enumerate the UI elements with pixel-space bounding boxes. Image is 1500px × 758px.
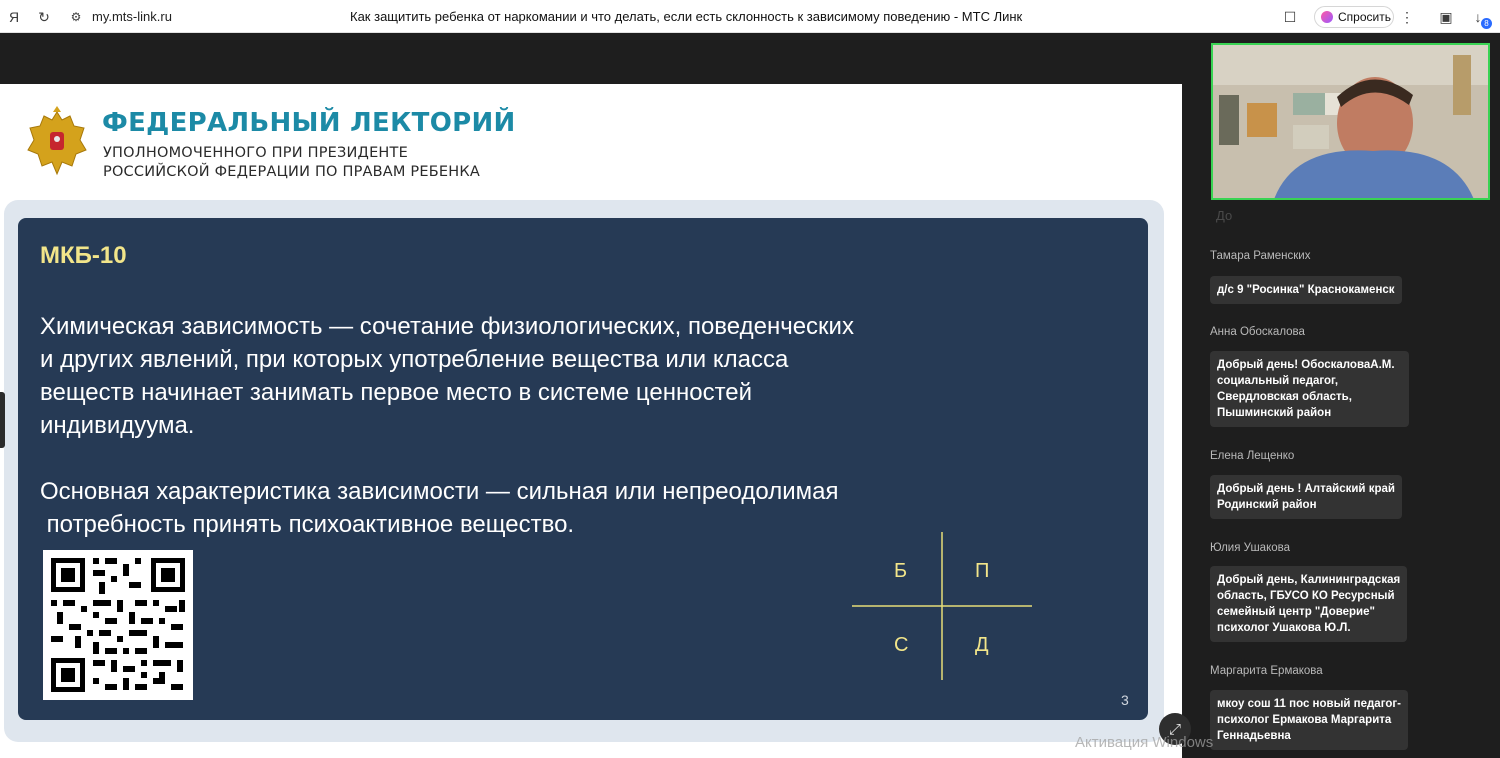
browser-toolbar: Я ↻ ⚙ my.mts-link.ru Как защитить ребенк… [0,0,1500,33]
org-subtitle-line-2: РОССИЙСКОЙ ФЕДЕРАЦИИ ПО ПРАВАМ РЕБЕНКА [103,164,480,180]
org-title: ФЕДЕРАЛЬНЫЙ ЛЕКТОРИЙ [102,108,516,138]
chat-message: Добрый день, Калининградская область, ГБ… [1210,566,1408,642]
chat-message: д/с 9 "Росинка" Краснокаменск [1210,276,1402,304]
coat-of-arms-icon [27,106,87,176]
reload-icon[interactable]: ↻ [34,7,54,27]
speaker-video-frame [1213,45,1488,198]
qr-code[interactable] [43,550,193,700]
presentation-header-band [0,34,1182,84]
definition-paragraph: Химическая зависимость — сочетание физио… [40,313,854,439]
slide-page-number: 3 [1121,692,1129,708]
left-panel-handle[interactable] [0,392,5,448]
quadrant-label-d: Д [975,634,989,656]
faded-chat-text: До [1216,208,1233,223]
chat-author: Маргарита Ермакова [1210,665,1323,677]
characteristic-paragraph: Основная характеристика зависимости — си… [40,478,839,538]
org-subtitle: УПОЛНОМОЧЕННОГО ПРИ ПРЕЗИДЕНТЕ РОССИЙСКО… [103,144,480,182]
slide-heading: МКБ-10 [40,242,127,269]
quadrant-diagram [852,532,1032,680]
address-bar[interactable]: my.mts-link.ru [92,9,172,24]
alice-icon [1321,11,1333,23]
chat-author: Анна Обоскалова [1210,326,1305,338]
org-subtitle-line-1: УПОЛНОМОЧЕННОГО ПРИ ПРЕЗИДЕНТЕ [103,145,408,161]
chat-message: Добрый день ! Алтайский край Родинский р… [1210,475,1402,519]
site-settings-icon[interactable]: ⚙ [66,7,86,27]
menu-icon[interactable]: ⋮ [1397,7,1417,27]
quadrant-label-s: С [894,634,909,656]
downloads-badge: 8 [1481,18,1492,29]
chat-author: Юлия Ушакова [1210,542,1291,554]
collections-icon[interactable]: ▣ [1436,7,1456,27]
ask-label: Спросить [1338,10,1391,24]
chat-message: мкоу сош 11 пос новый педагог- психолог … [1210,690,1408,750]
quadrant-label-p: П [975,560,990,582]
speaker-video[interactable] [1211,43,1490,200]
yandex-icon[interactable]: Я [4,7,24,27]
windows-activation-watermark: Активация Windows [1075,734,1214,751]
chat-message: Добрый день! ОбоскаловаА.М. социальный п… [1210,351,1409,427]
chat-author: Елена Лещенко [1210,450,1295,462]
page-title: Как защитить ребенка от наркомании и что… [350,9,1023,24]
quadrant-label-b: Б [894,560,908,582]
ask-button[interactable]: Спросить [1314,6,1394,28]
chat-author: Тамара Раменских [1210,250,1311,262]
bookmark-icon[interactable]: ☐ [1280,7,1300,27]
